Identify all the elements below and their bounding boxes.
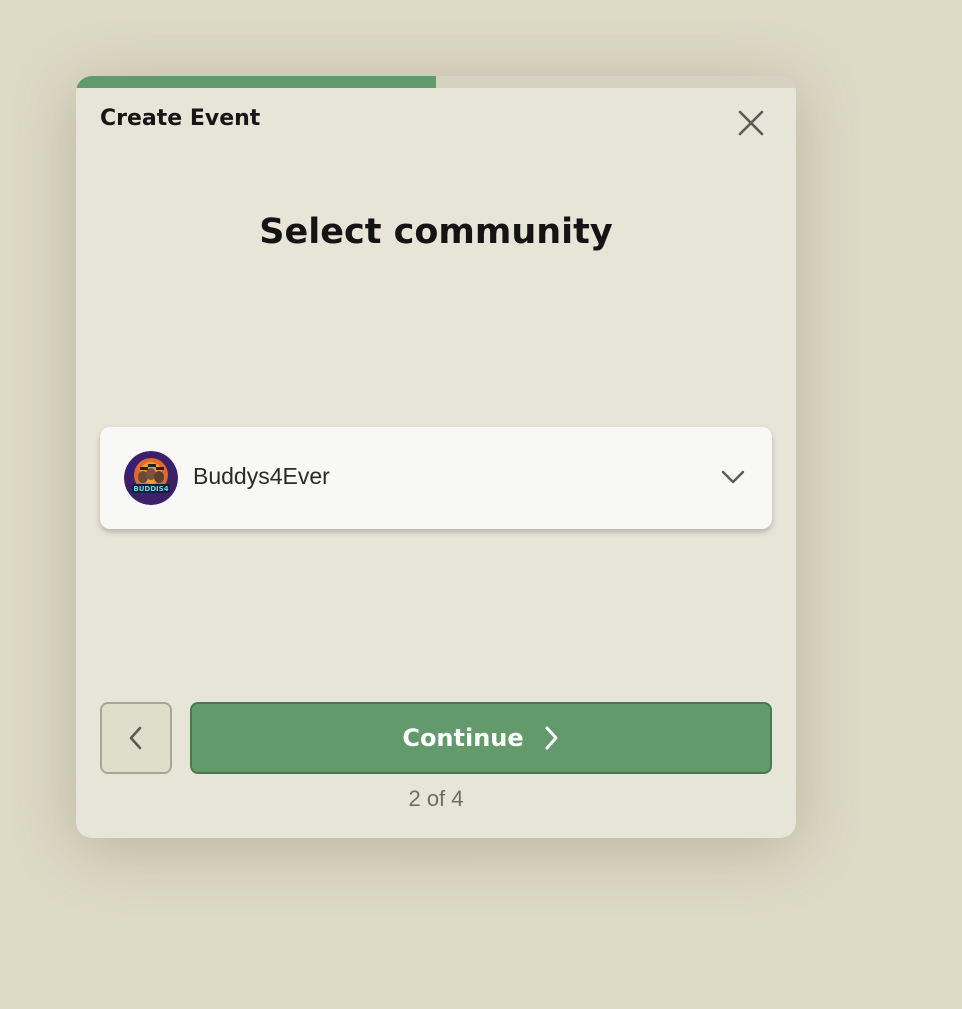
community-select-value: Buddys4Ever	[193, 463, 330, 489]
step-indicator: 2 of 4	[408, 786, 464, 811]
create-event-modal: Create Event Select community BUDDIS4 Bu…	[76, 76, 796, 838]
community-select[interactable]: BUDDIS4 Buddys4Ever	[100, 427, 772, 529]
modal-title: Create Event	[100, 106, 261, 131]
continue-button-label: Continue	[402, 724, 524, 752]
close-button[interactable]	[732, 104, 770, 142]
chevron-left-icon	[129, 726, 142, 750]
chevron-down-icon	[721, 470, 745, 484]
back-button[interactable]	[100, 702, 172, 774]
page-heading: Select community	[259, 212, 613, 252]
community-avatar: BUDDIS4	[124, 451, 178, 505]
progress-bar	[76, 76, 796, 88]
continue-button[interactable]: Continue	[190, 702, 772, 774]
chevron-right-icon	[545, 726, 558, 750]
close-icon	[738, 110, 764, 136]
svg-text:BUDDIS4: BUDDIS4	[133, 485, 168, 493]
progress-bar-fill	[76, 76, 436, 88]
